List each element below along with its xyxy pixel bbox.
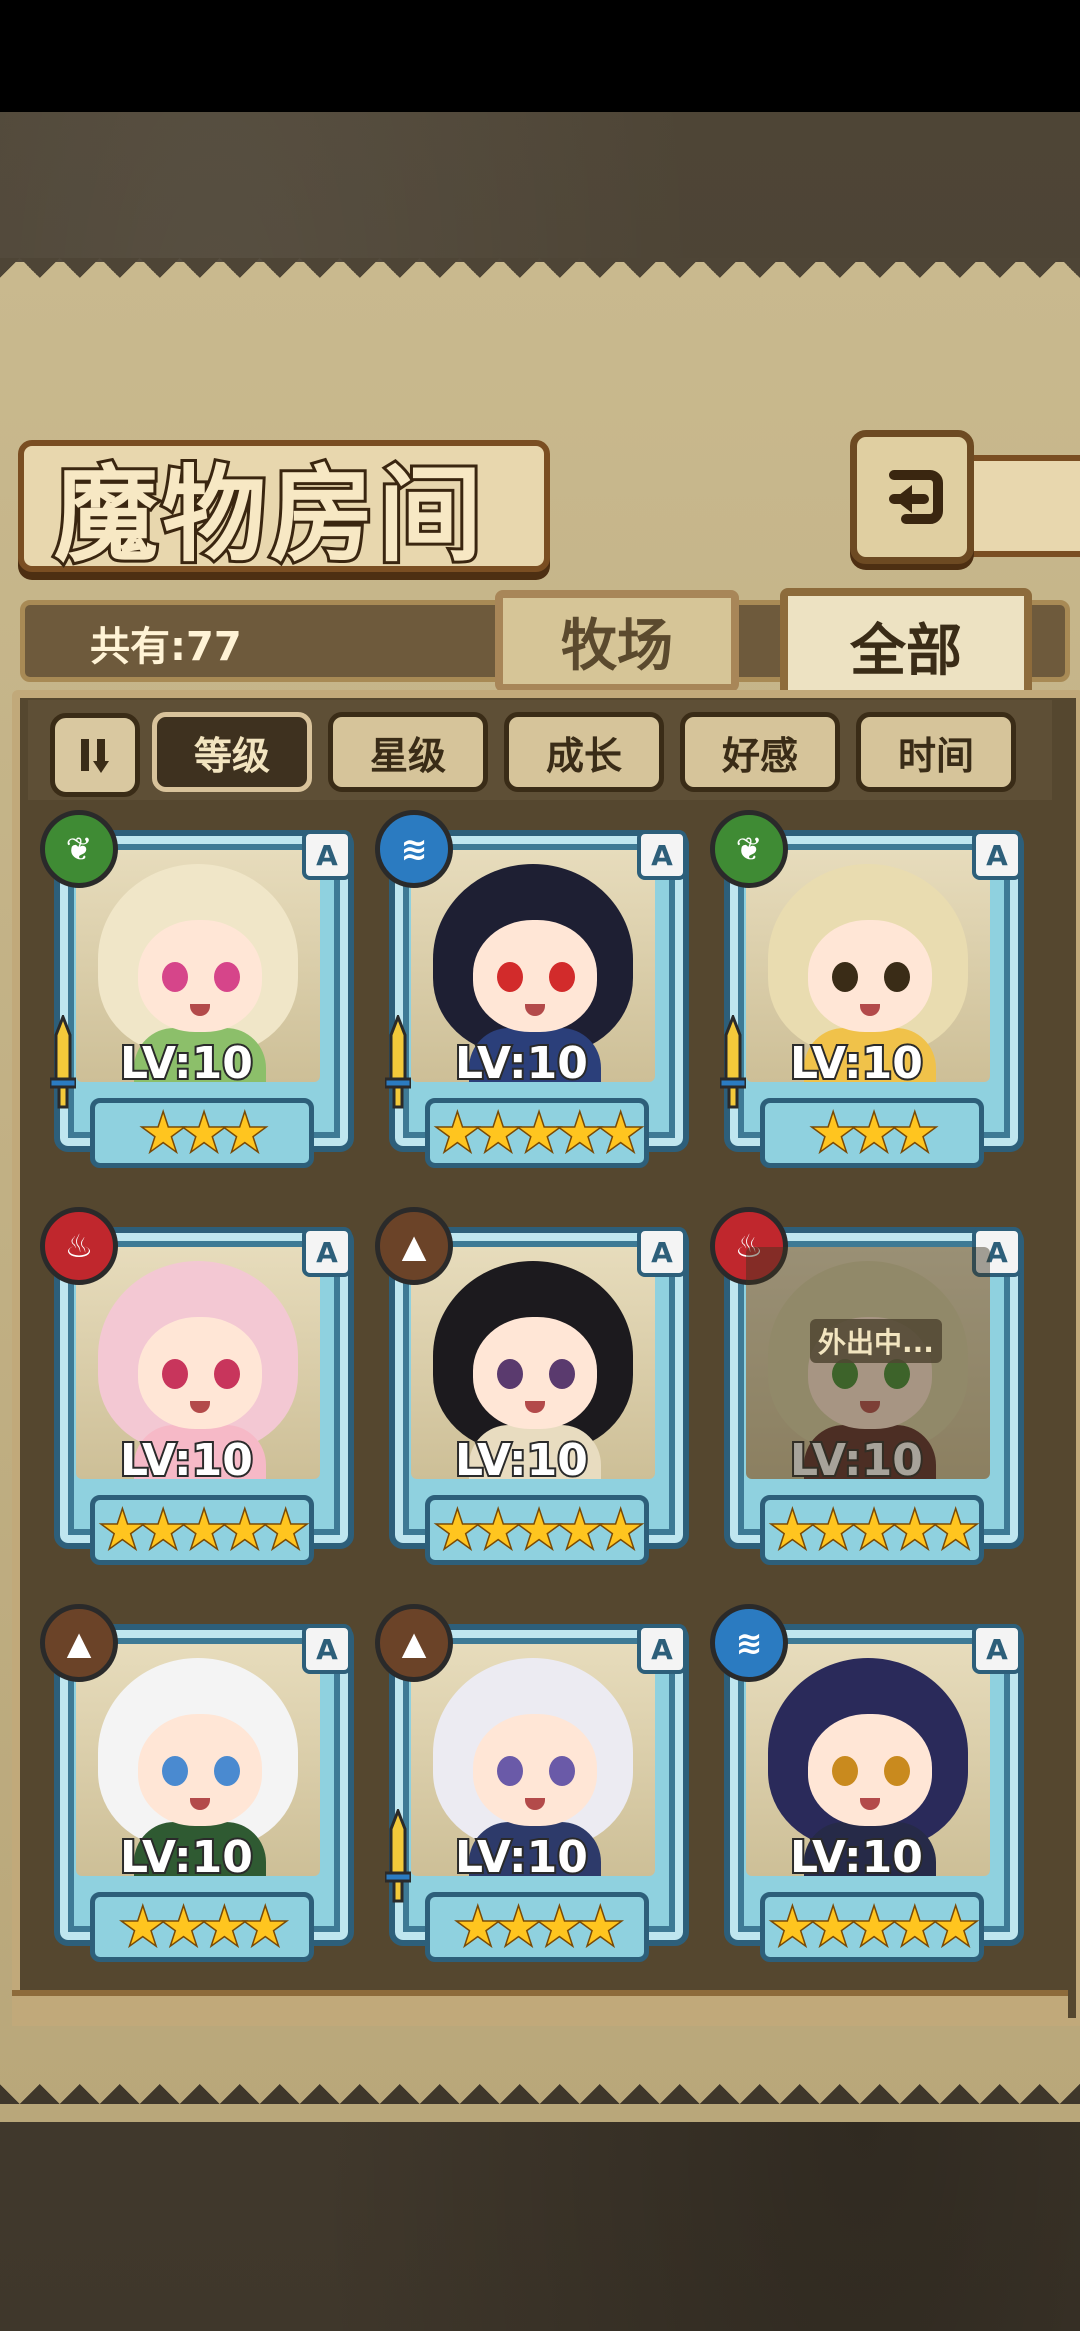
level-label: LV:10 (118, 1433, 255, 1488)
star-plate: ★★★★★ (760, 1495, 984, 1565)
monster-count: 共有:77 (90, 624, 242, 670)
rank-badge: A (302, 1227, 352, 1277)
water-waves-icon: ≋ (710, 1604, 788, 1682)
page-title: 魔物房间 (51, 450, 487, 579)
back-button[interactable] (850, 430, 974, 564)
level-label: LV:10 (453, 1433, 590, 1488)
portrait-eye (162, 1756, 188, 1786)
sword-icon (50, 1015, 76, 1109)
portrait-eye (549, 1756, 575, 1786)
star-rating: ★★★★ (454, 1897, 624, 1958)
monster-card[interactable]: A ▲ LV:10 ★★★★★ (375, 1207, 689, 1577)
panel-bottom-edge (0, 2084, 1080, 2124)
sword-icon (720, 1015, 746, 1109)
star-rating: ★★★★★ (768, 1500, 979, 1561)
mountain-icon: ▲ (40, 1604, 118, 1682)
star-rating: ★★★★ (119, 1897, 289, 1958)
star-plate: ★★★★★ (425, 1098, 649, 1168)
tab-all[interactable]: 全部 (780, 588, 1032, 704)
star-plate: ★★★★ (425, 1892, 649, 1962)
level-label: LV:10 (453, 1830, 590, 1885)
sword-icon (385, 1015, 411, 1109)
star-plate: ★★★ (760, 1098, 984, 1168)
monster-card[interactable]: A ≋ LV:10 ★★★★★ (710, 1604, 1024, 1974)
star-rating: ★★★★★ (433, 1103, 644, 1164)
star-rating: ★★★★★ (98, 1500, 309, 1561)
away-overlay (746, 1247, 990, 1479)
star-plate: ★★★★ (90, 1892, 314, 1962)
star-plate: ★★★★★ (760, 1892, 984, 1962)
flame-icon: ♨ (40, 1207, 118, 1285)
monster-card[interactable]: A ♨ LV:10 ★★★★★ (40, 1207, 354, 1577)
water-waves-icon: ≋ (375, 810, 453, 888)
mountain-icon: ▲ (375, 1604, 453, 1682)
panel-top-edge (0, 258, 1080, 298)
portrait-eye (884, 962, 910, 992)
level-label: LV:10 (788, 1830, 925, 1885)
portrait-eye (549, 1359, 575, 1389)
star-plate: ★★★ (90, 1098, 314, 1168)
mountain-icon: ▲ (375, 1207, 453, 1285)
monster-card[interactable]: A ≋ LV:10 ★★★★★ (375, 810, 689, 1180)
sort-level-button[interactable]: 等级 (152, 712, 312, 792)
level-label: LV:10 (118, 1036, 255, 1091)
rank-badge: A (302, 1624, 352, 1674)
star-rating: ★★★ (139, 1103, 269, 1164)
monster-card[interactable]: A ❦ LV:10 ★★★ (40, 810, 354, 1180)
star-rating: ★★★ (809, 1103, 939, 1164)
rank-badge: A (637, 1227, 687, 1277)
sort-affection-button[interactable]: 好感 (680, 712, 840, 792)
rank-badge: A (302, 830, 352, 880)
level-label: LV:10 (453, 1036, 590, 1091)
level-label: LV:10 (118, 1830, 255, 1885)
tab-ranch[interactable]: 牧场 (495, 590, 739, 692)
star-plate: ★★★★★ (90, 1495, 314, 1565)
monster-card[interactable]: A ▲ LV:10 ★★★★ (375, 1604, 689, 1974)
status-bar (0, 0, 1080, 112)
portrait-eye (884, 1756, 910, 1786)
star-rating: ★★★★★ (768, 1897, 979, 1958)
portrait-eye (497, 1756, 523, 1786)
level-label: LV:10 (788, 1036, 925, 1091)
portrait-eye (214, 1359, 240, 1389)
monster-card[interactable]: A ♨ LV:10 ★★★★★ 外出中... (710, 1207, 1024, 1577)
monster-card[interactable]: A ▲ LV:10 ★★★★ (40, 1604, 354, 1974)
monster-card[interactable]: A ❦ LV:10 ★★★ (710, 810, 1024, 1180)
back-arrow-icon (889, 470, 943, 524)
portrait-eye (497, 962, 523, 992)
portrait-eye (162, 1359, 188, 1389)
portrait-eye (497, 1359, 523, 1389)
star-rating: ★★★★★ (433, 1500, 644, 1561)
rank-badge: A (637, 1624, 687, 1674)
sort-order-button[interactable] (50, 713, 140, 797)
portrait-eye (162, 962, 188, 992)
sort-time-button[interactable]: 时间 (856, 712, 1016, 792)
rank-badge: A (972, 1624, 1022, 1674)
portrait-eye (214, 1756, 240, 1786)
monster-grid: A ❦ LV:10 ★★★ A ≋ LV:10 ★★★★★ A ❦ LV:10 … (40, 810, 1040, 1990)
leaf-icon: ❦ (710, 810, 788, 888)
leaf-icon: ❦ (40, 810, 118, 888)
list-bottom-edge (12, 1990, 1068, 2026)
portrait-eye (832, 962, 858, 992)
rank-badge: A (637, 830, 687, 880)
sort-order-icon (81, 739, 109, 773)
sort-star-button[interactable]: 星级 (328, 712, 488, 792)
sword-icon (385, 1809, 411, 1903)
portrait-eye (549, 962, 575, 992)
away-status-badge: 外出中... (810, 1319, 942, 1363)
star-plate: ★★★★★ (425, 1495, 649, 1565)
rank-badge: A (972, 830, 1022, 880)
portrait-eye (214, 962, 240, 992)
sort-growth-button[interactable]: 成长 (504, 712, 664, 792)
portrait-eye (832, 1756, 858, 1786)
